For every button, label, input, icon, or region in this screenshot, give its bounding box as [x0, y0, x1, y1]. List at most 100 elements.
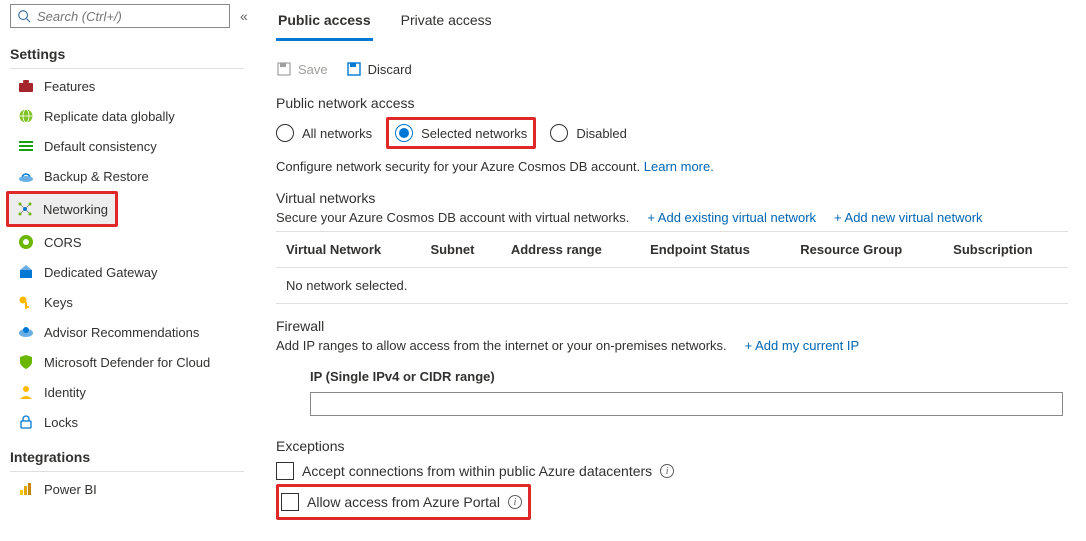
checkbox-label: Allow access from Azure Portal — [307, 494, 500, 510]
empty-message: No network selected. — [276, 268, 1068, 304]
save-button: Save — [276, 61, 328, 77]
features-icon — [18, 78, 34, 94]
sidebar-item-advisor[interactable]: Advisor Recommendations — [10, 317, 246, 347]
add-existing-vnet-link[interactable]: + Add existing virtual network — [647, 210, 816, 225]
cors-icon — [18, 234, 34, 250]
sidebar-item-label: Advisor Recommendations — [44, 325, 199, 340]
discard-label: Discard — [368, 62, 412, 77]
discard-icon — [346, 61, 362, 77]
sidebar-item-locks[interactable]: Locks — [10, 407, 246, 437]
sidebar-item-features[interactable]: Features — [10, 71, 246, 101]
globe-icon — [18, 108, 34, 124]
table-row: No network selected. — [276, 268, 1068, 304]
save-label: Save — [298, 62, 328, 77]
pna-title: Public network access — [276, 95, 1068, 111]
sidebar-item-label: Replicate data globally — [44, 109, 175, 124]
search-input[interactable] — [37, 9, 223, 24]
firewall-title: Firewall — [276, 318, 1068, 334]
exceptions-title: Exceptions — [276, 438, 1068, 454]
checkbox-icon — [276, 462, 294, 480]
gateway-icon — [18, 264, 34, 280]
sidebar-item-replicate[interactable]: Replicate data globally — [10, 101, 246, 131]
ip-input[interactable] — [310, 392, 1063, 416]
sidebar: « Settings Features Replicate data globa… — [0, 0, 258, 541]
backup-icon — [18, 168, 34, 184]
locks-icon — [18, 414, 34, 430]
radio-label: Disabled — [576, 126, 627, 141]
toolbar: Save Discard — [276, 53, 1068, 91]
radio-icon — [276, 124, 294, 142]
sidebar-item-label: Locks — [44, 415, 78, 430]
tabs: Public access Private access — [276, 4, 1068, 41]
sidebar-item-identity[interactable]: Identity — [10, 377, 246, 407]
sidebar-item-label: Backup & Restore — [44, 169, 149, 184]
sidebar-item-cors[interactable]: CORS — [10, 227, 246, 257]
sidebar-item-label: Default consistency — [44, 139, 157, 154]
vnet-title: Virtual networks — [276, 190, 1068, 206]
search-box[interactable] — [10, 4, 230, 28]
keys-icon — [18, 294, 34, 310]
radio-label: All networks — [302, 126, 372, 141]
powerbi-icon — [18, 481, 34, 497]
tab-private-access[interactable]: Private access — [399, 4, 494, 41]
pna-radio-group: All networks Selected networks Disabled — [276, 117, 1068, 149]
sidebar-item-consistency[interactable]: Default consistency — [10, 131, 246, 161]
highlight-portal: Allow access from Azure Portal i — [276, 484, 531, 520]
sidebar-item-backup[interactable]: Backup & Restore — [10, 161, 246, 191]
collapse-sidebar-button[interactable]: « — [236, 8, 252, 24]
advisor-icon — [18, 324, 34, 340]
checkbox-icon — [281, 493, 299, 511]
add-my-ip-link[interactable]: + Add my current IP — [745, 338, 860, 353]
discard-button[interactable]: Discard — [346, 61, 412, 77]
sidebar-item-label: Microsoft Defender for Cloud — [44, 355, 210, 370]
sidebar-item-label: Features — [44, 79, 95, 94]
add-new-vnet-link[interactable]: + Add new virtual network — [834, 210, 983, 225]
sidebar-item-label: CORS — [44, 235, 82, 250]
highlight-selected-networks: Selected networks — [386, 117, 536, 149]
sidebar-item-label: Networking — [43, 202, 108, 217]
radio-label: Selected networks — [421, 126, 527, 141]
col-vnet: Virtual Network — [276, 232, 420, 268]
highlight-networking: Networking — [6, 191, 118, 227]
info-icon[interactable]: i — [660, 464, 674, 478]
col-sub: Subscription — [943, 232, 1068, 268]
consistency-icon — [18, 138, 34, 154]
section-settings: Settings — [10, 42, 244, 69]
vnet-desc: Secure your Azure Cosmos DB account with… — [276, 210, 629, 225]
checkbox-label: Accept connections from within public Az… — [302, 463, 652, 479]
sidebar-item-label: Identity — [44, 385, 86, 400]
radio-icon — [395, 124, 413, 142]
sidebar-item-keys[interactable]: Keys — [10, 287, 246, 317]
sidebar-item-label: Power BI — [44, 482, 97, 497]
vnet-table: Virtual Network Subnet Address range End… — [276, 231, 1068, 304]
checkbox-portal[interactable]: Allow access from Azure Portal i — [281, 489, 522, 515]
tab-public-access[interactable]: Public access — [276, 4, 373, 41]
section-integrations: Integrations — [10, 445, 244, 472]
col-status: Endpoint Status — [640, 232, 790, 268]
sidebar-item-label: Dedicated Gateway — [44, 265, 157, 280]
save-icon — [276, 61, 292, 77]
checkbox-datacenters[interactable]: Accept connections from within public Az… — [276, 458, 1068, 484]
sidebar-item-powerbi[interactable]: Power BI — [10, 474, 246, 504]
search-icon — [17, 9, 31, 23]
radio-all-networks[interactable]: All networks — [276, 124, 372, 142]
col-rg: Resource Group — [790, 232, 943, 268]
sidebar-item-defender[interactable]: Microsoft Defender for Cloud — [10, 347, 246, 377]
col-subnet: Subnet — [420, 232, 500, 268]
sidebar-item-gateway[interactable]: Dedicated Gateway — [10, 257, 246, 287]
ip-label: IP (Single IPv4 or CIDR range) — [276, 359, 1068, 392]
networking-icon — [17, 201, 33, 217]
radio-disabled[interactable]: Disabled — [550, 124, 627, 142]
radio-selected-networks[interactable]: Selected networks — [395, 124, 527, 142]
main-panel: Public access Private access Save Discar… — [258, 0, 1086, 541]
firewall-desc: Add IP ranges to allow access from the i… — [276, 338, 727, 353]
sidebar-item-networking[interactable]: Networking — [9, 194, 115, 224]
col-range: Address range — [501, 232, 640, 268]
defender-icon — [18, 354, 34, 370]
learn-more-link[interactable]: Learn more. — [644, 159, 714, 174]
pna-desc: Configure network security for your Azur… — [276, 159, 1068, 174]
info-icon[interactable]: i — [508, 495, 522, 509]
radio-icon — [550, 124, 568, 142]
identity-icon — [18, 384, 34, 400]
sidebar-item-label: Keys — [44, 295, 73, 310]
